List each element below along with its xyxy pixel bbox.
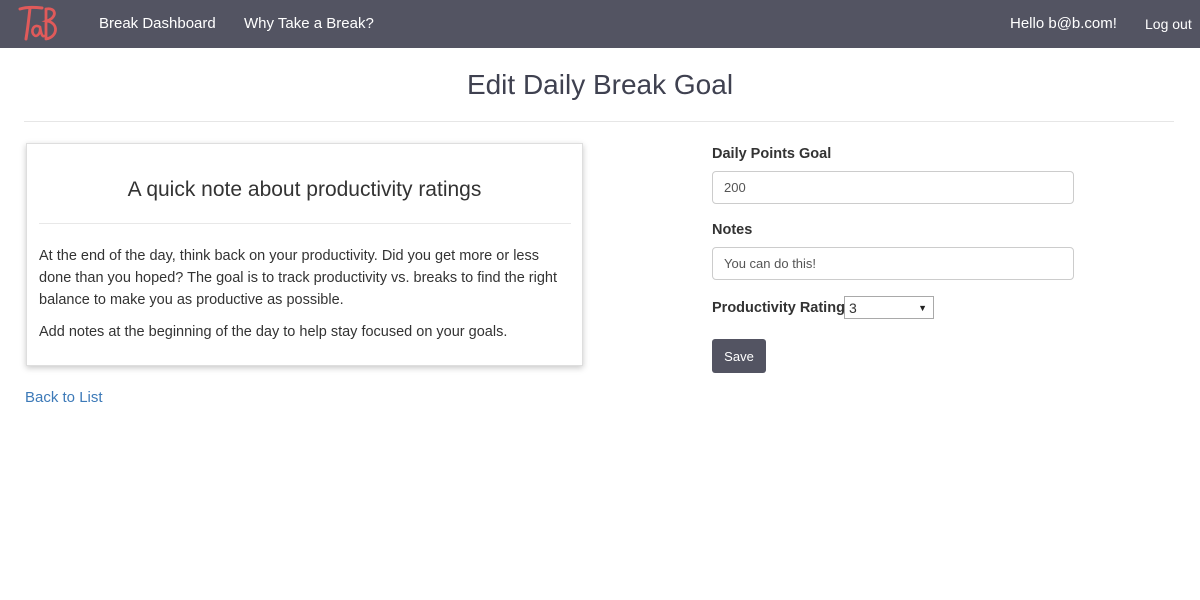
note-divider <box>39 223 571 224</box>
nav-break-dashboard[interactable]: Break Dashboard <box>99 0 216 48</box>
notes-label: Notes <box>712 222 753 238</box>
nav-user-greeting[interactable]: Hello b@b.com! <box>1010 0 1117 48</box>
note-heading: A quick note about productivity ratings <box>127 178 482 201</box>
notes-input[interactable] <box>712 247 1074 280</box>
title-divider <box>24 121 1174 122</box>
daily-points-goal-input[interactable] <box>712 171 1074 204</box>
productivity-note-card: A quick note about productivity ratings … <box>26 143 583 366</box>
page-title: Edit Daily Break Goal <box>466 69 734 100</box>
productivity-rating-label: Productivity Rating <box>712 300 845 316</box>
daily-points-goal-label: Daily Points Goal <box>712 146 832 162</box>
tab-logo[interactable] <box>16 3 60 43</box>
top-navbar: Break Dashboard Why Take a Break? Hello … <box>0 0 1200 48</box>
save-button[interactable]: Save <box>712 339 766 373</box>
nav-logout[interactable]: Log out <box>1145 0 1192 48</box>
rating-selected-value: 3 <box>849 300 857 316</box>
nav-why-take-a-break[interactable]: Why Take a Break? <box>244 0 374 48</box>
back-to-list-link[interactable]: Back to List <box>25 389 103 406</box>
note-paragraph: At the end of the day, think back on you… <box>39 248 558 308</box>
chevron-down-icon: ▼ <box>918 303 927 313</box>
productivity-rating-select[interactable]: 3 ▼ <box>844 296 934 319</box>
note-paragraph: Add notes at the beginning of the day to… <box>39 324 508 340</box>
